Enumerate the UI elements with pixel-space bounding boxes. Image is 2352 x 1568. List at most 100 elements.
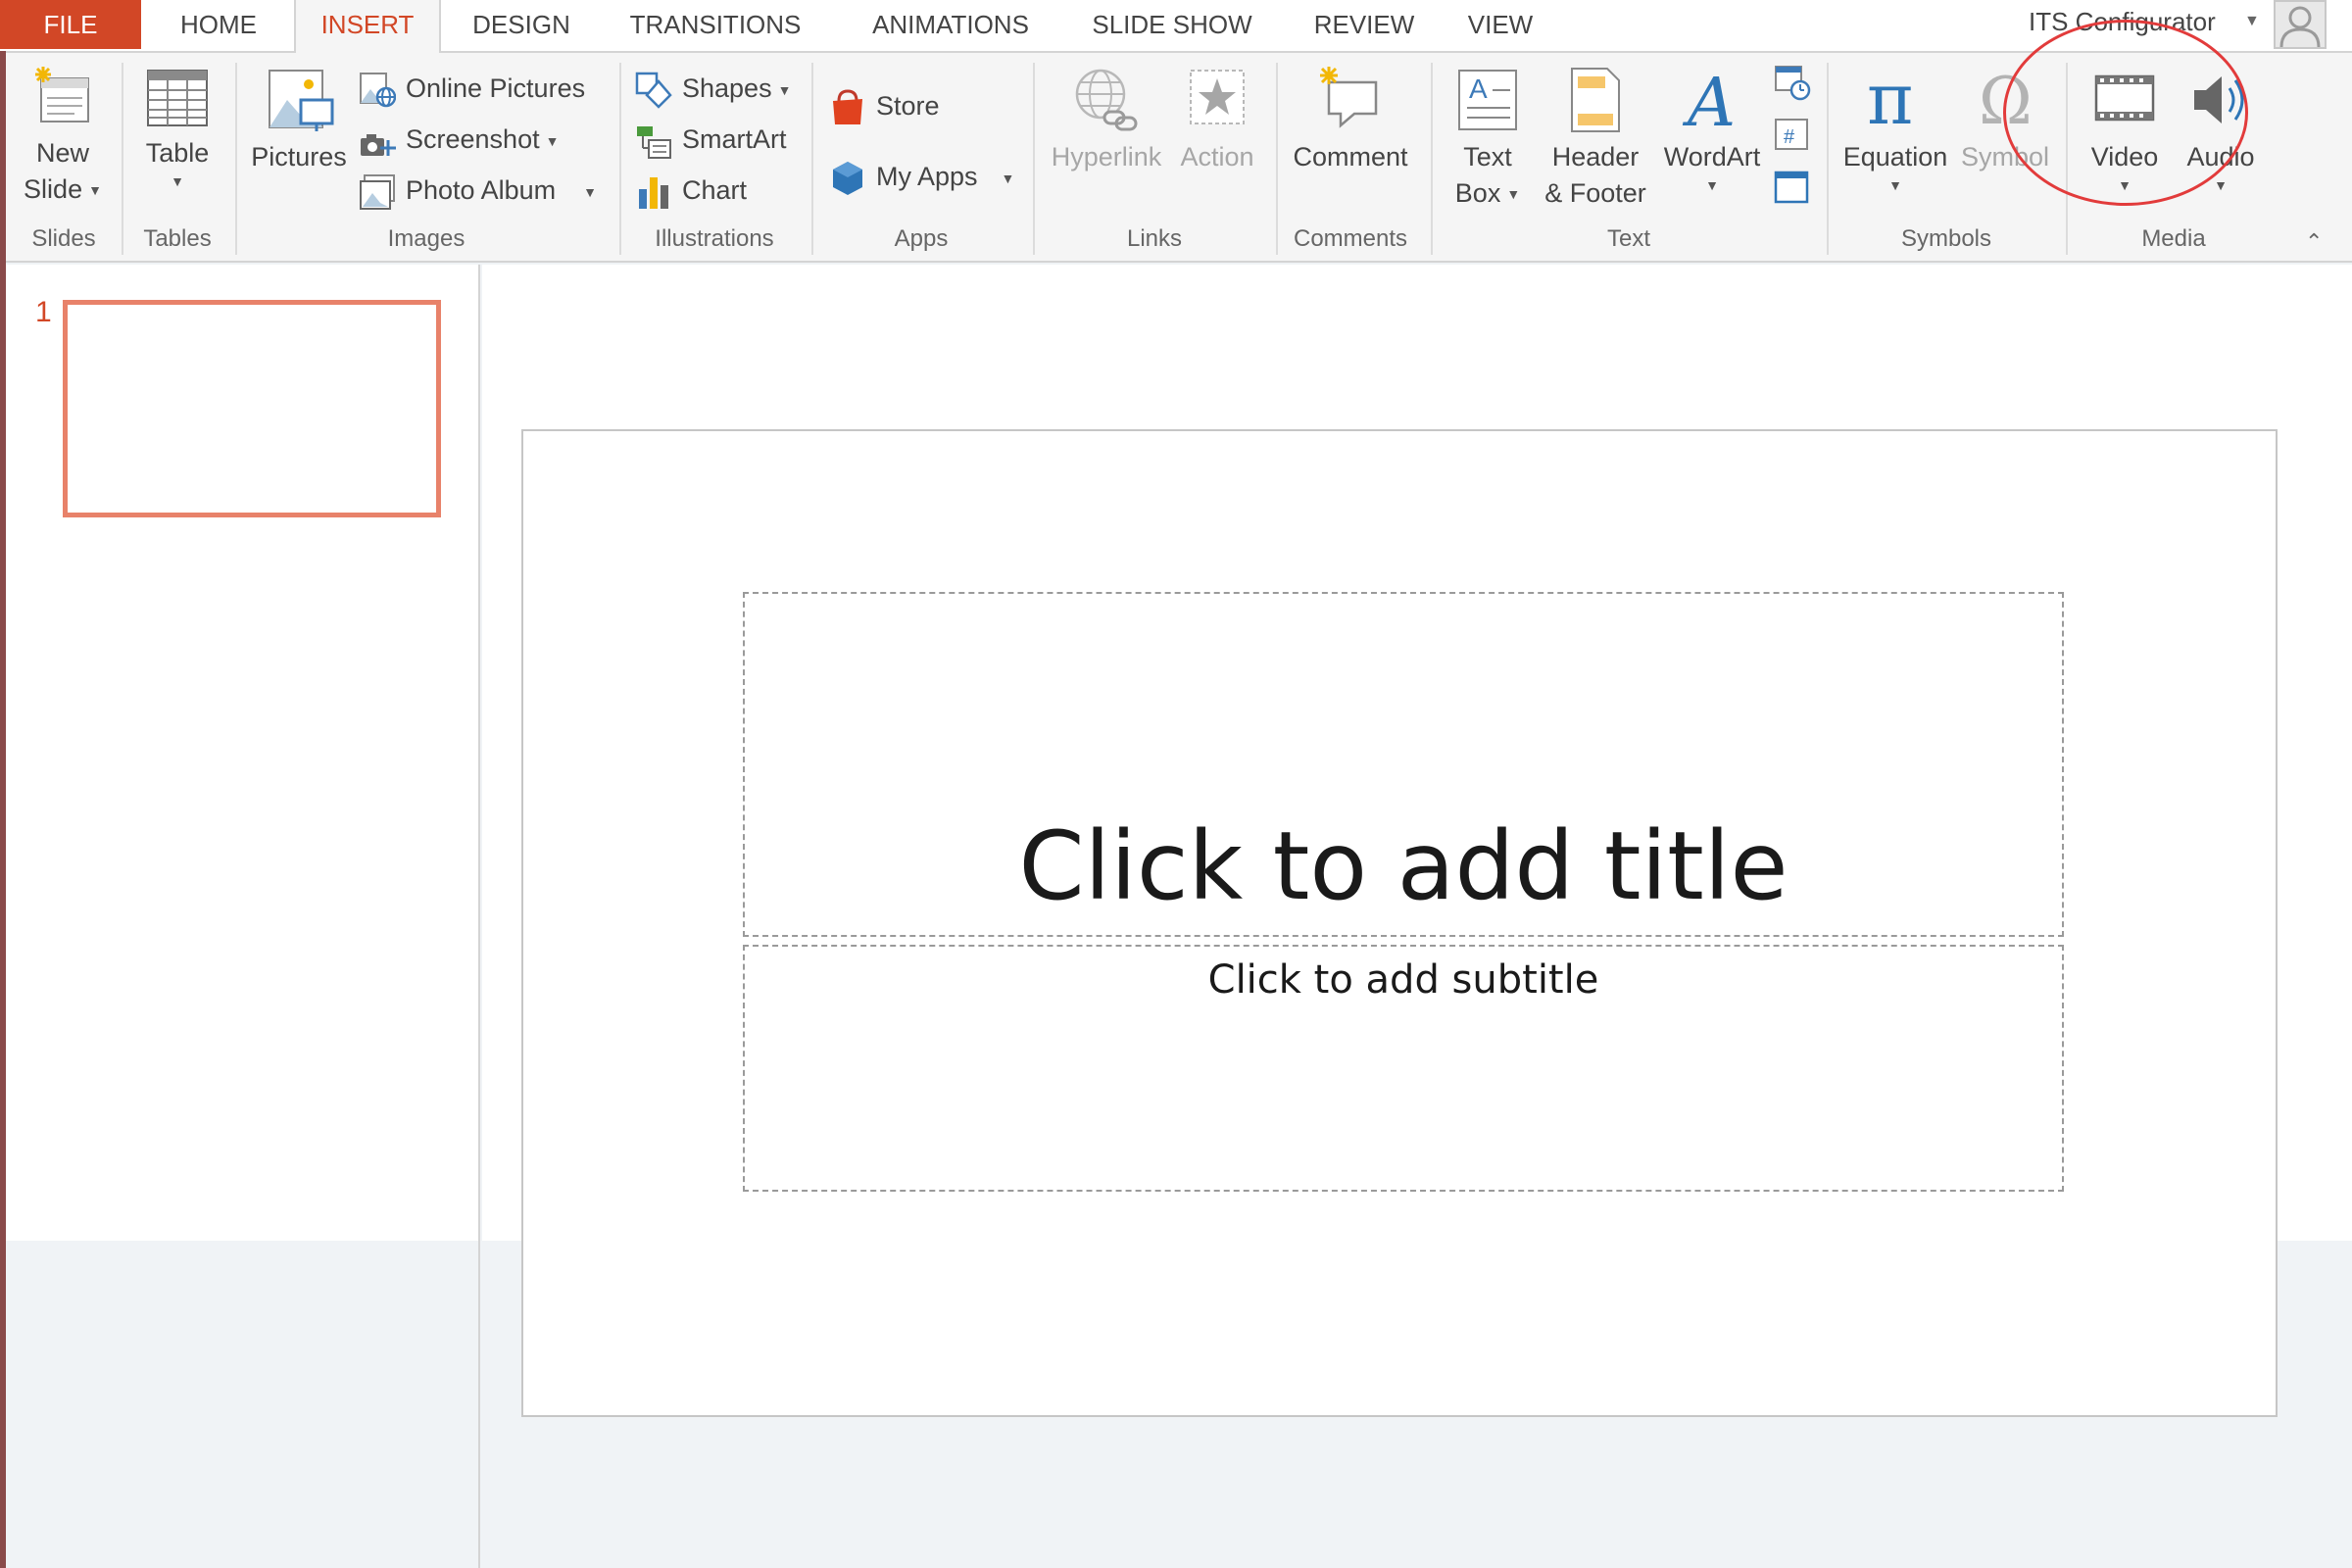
tab-review[interactable]: REVIEW (1303, 0, 1425, 49)
video-icon (2094, 74, 2155, 122)
speaker-icon (2194, 76, 2244, 123)
subtitle-placeholder-text: Click to add subtitle (1207, 957, 1599, 1003)
wordart-icon: A (1682, 65, 1736, 135)
tab-view[interactable]: VIEW (1462, 0, 1539, 49)
svg-text:A: A (1682, 65, 1736, 135)
title-placeholder-text: Click to add title (1018, 811, 1788, 921)
table-label: Table (145, 138, 210, 168)
new-slide-button[interactable]: New Slide ▼ (14, 65, 112, 209)
new-slide-icon (35, 67, 89, 122)
chart-icon (639, 176, 668, 209)
chart-button[interactable]: Chart (635, 169, 747, 212)
group-label-illustrations: Illustrations (655, 225, 774, 252)
group-divider (1276, 63, 1278, 255)
svg-text:π: π (1867, 65, 1913, 135)
smartart-button[interactable]: SmartArt (635, 118, 787, 161)
equation-label: Equation (1842, 142, 1948, 172)
object-button[interactable] (1772, 169, 1811, 213)
wordart-button[interactable]: A WordArt ▼ (1658, 65, 1766, 195)
slide-number-button[interactable]: # (1772, 116, 1811, 160)
text-box-label-1: Text (1463, 142, 1512, 172)
chevron-down-icon: ▼ (171, 173, 184, 189)
collapse-ribbon-icon[interactable]: ⌃ (2305, 229, 2323, 255)
photo-album-button[interactable]: Photo Album ▼ (359, 169, 597, 212)
symbol-label: Symbol (1960, 142, 2050, 172)
avatar[interactable] (2274, 0, 2327, 49)
my-apps-label: My Apps (876, 162, 978, 191)
group-label-comments: Comments (1293, 225, 1408, 252)
group-divider (811, 63, 813, 255)
my-apps-button[interactable]: My Apps ▼ (829, 155, 1014, 198)
comment-button[interactable]: Comment (1284, 65, 1417, 175)
subtitle-placeholder[interactable]: Click to add subtitle (743, 945, 2064, 1192)
chart-label: Chart (682, 175, 748, 205)
group-label-links: Links (1126, 225, 1183, 252)
comment-label: Comment (1293, 142, 1408, 172)
equation-button[interactable]: π Equation ▼ (1838, 65, 1952, 195)
wordart-label: WordArt (1663, 142, 1761, 172)
tab-animations[interactable]: ANIMATIONS (853, 0, 1049, 49)
object-icon (1774, 171, 1809, 204)
table-button[interactable]: Table ▼ (133, 65, 221, 191)
screenshot-label: Screenshot (406, 124, 540, 154)
pictures-button[interactable]: Pictures (245, 65, 353, 175)
audio-label: Audio (2186, 142, 2255, 172)
ribbon-tab-bar: FILE HOME INSERT DESIGN TRANSITIONS ANIM… (0, 0, 2352, 53)
video-button[interactable]: Video ▼ (2078, 65, 2172, 195)
window-left-edge (0, 51, 6, 1568)
group-label-text: Text (1606, 225, 1650, 252)
symbol-button[interactable]: Ω Symbol (1954, 65, 2056, 175)
calendar-icon (1775, 66, 1811, 101)
comment-icon (1320, 67, 1378, 128)
user-icon (2279, 6, 2321, 48)
tab-slide-show[interactable]: SLIDE SHOW (1084, 0, 1260, 49)
tab-insert[interactable]: INSERT (294, 0, 441, 53)
text-box-button[interactable]: A Text Box ▼ (1443, 65, 1533, 213)
chevron-down-icon: ▼ (545, 132, 560, 149)
tab-design[interactable]: DESIGN (461, 0, 582, 49)
ribbon: New Slide ▼ Slides Table ▼ Tables Pictur… (0, 51, 2352, 263)
omega-icon: Ω (1979, 65, 2033, 135)
screenshot-button[interactable]: Screenshot ▼ (359, 118, 559, 161)
group-label-media: Media (2141, 225, 2206, 252)
pictures-label: Pictures (251, 142, 347, 172)
store-button[interactable]: Store (829, 84, 940, 127)
account-dropdown-icon[interactable]: ▼ (2244, 0, 2260, 43)
hyperlink-button[interactable]: Hyperlink (1045, 65, 1168, 175)
group-divider (1033, 63, 1035, 255)
online-pictures-icon (360, 72, 396, 108)
svg-text:Ω: Ω (1979, 65, 2033, 135)
action-button[interactable]: Action (1172, 65, 1262, 175)
tab-transitions[interactable]: TRANSITIONS (617, 0, 813, 49)
date-time-button[interactable] (1772, 63, 1811, 107)
slide-editor: Click to add title Click to add subtitle (482, 265, 2352, 1568)
group-divider (235, 63, 237, 255)
chevron-down-icon: ▼ (1888, 177, 1902, 193)
shapes-button[interactable]: Shapes ▼ (635, 67, 791, 110)
chevron-down-icon: ▼ (1705, 177, 1719, 193)
chevron-down-icon: ▼ (1506, 186, 1521, 203)
shapes-icon (635, 72, 672, 109)
table-icon (147, 70, 208, 126)
slide-number: 1 (35, 296, 52, 328)
header-footer-button[interactable]: Header & Footer (1535, 65, 1656, 212)
account-name[interactable]: ITS Configurator (2029, 0, 2216, 43)
action-icon (1190, 70, 1245, 124)
chevron-down-icon: ▼ (88, 182, 102, 199)
chevron-down-icon: ▼ (2214, 177, 2228, 193)
online-pictures-button[interactable]: Online Pictures (359, 67, 585, 110)
powerpoint-window: FILE HOME INSERT DESIGN TRANSITIONS ANIM… (0, 0, 2352, 1568)
slide-thumbnail[interactable] (63, 300, 441, 517)
tab-home[interactable]: HOME (163, 0, 274, 49)
svg-text:#: # (1784, 126, 1795, 148)
photo-album-label: Photo Album (406, 175, 557, 205)
text-box-icon: A (1458, 70, 1517, 130)
group-label-slides: Slides (31, 225, 96, 252)
tab-file[interactable]: FILE (0, 0, 141, 49)
chevron-down-icon: ▼ (583, 183, 597, 200)
title-placeholder[interactable]: Click to add title (743, 592, 2064, 937)
group-label-symbols: Symbols (1900, 225, 1992, 252)
my-apps-icon (833, 161, 862, 195)
audio-button[interactable]: Audio ▼ (2176, 65, 2266, 195)
slide-canvas[interactable]: Click to add title Click to add subtitle (521, 429, 2278, 1417)
